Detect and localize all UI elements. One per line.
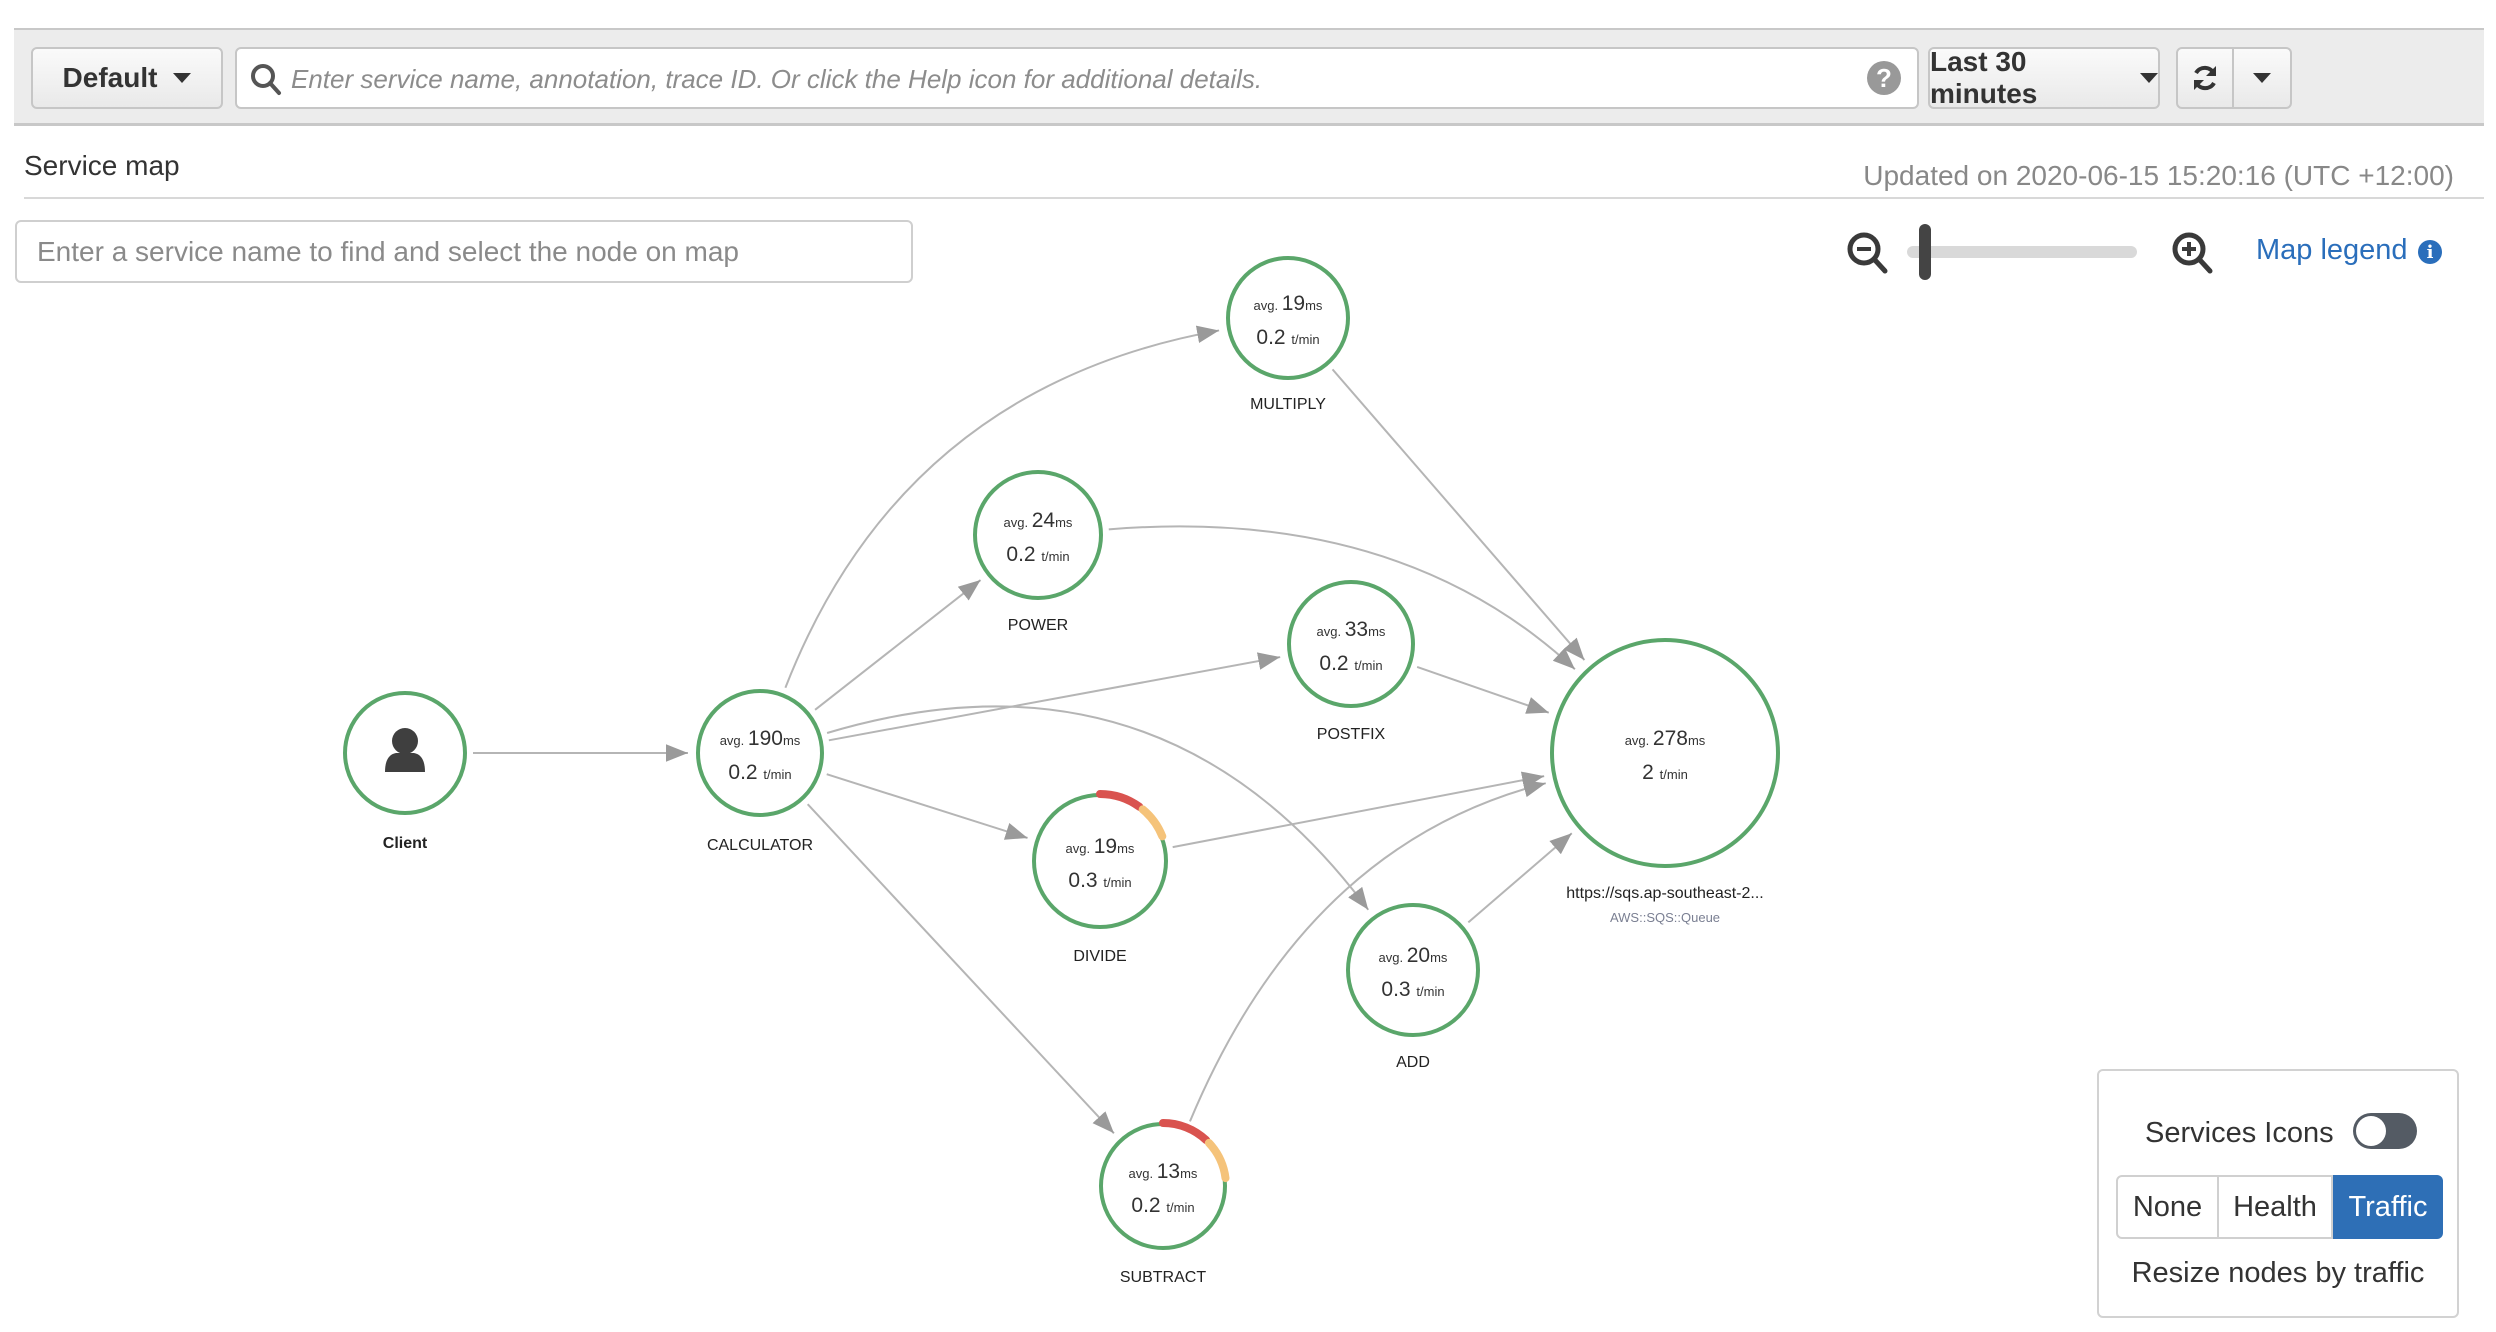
node-label: MULTIPLY bbox=[1250, 396, 1326, 413]
services-icons-label: Services Icons bbox=[2145, 1117, 2334, 1149]
edge-add-to-sqs[interactable] bbox=[1467, 832, 1573, 924]
node-multiply[interactable]: avg. 19ms0.2 t/minMULTIPLY bbox=[1226, 256, 1350, 413]
node-calculator[interactable]: avg. 190ms0.2 t/minCALCULATOR bbox=[696, 689, 824, 854]
node-ring bbox=[1226, 256, 1350, 380]
node-subtract[interactable]: avg. 13ms0.2 t/minSUBTRACT bbox=[1099, 1119, 1230, 1286]
node-style-segmented-control: None Health Traffic bbox=[2116, 1175, 2443, 1239]
node-ring bbox=[696, 689, 824, 817]
option-none[interactable]: None bbox=[2116, 1175, 2219, 1239]
node-sqs[interactable]: avg. 278ms2 t/minhttps://sqs.ap-southeas… bbox=[1550, 638, 1780, 925]
node-ring bbox=[1287, 580, 1415, 708]
services-icons-toggle[interactable] bbox=[2353, 1113, 2417, 1149]
node-label: ADD bbox=[1396, 1054, 1430, 1071]
node-type: AWS::SQS::Queue bbox=[1610, 910, 1720, 925]
node-label: https://sqs.ap-southeast-2... bbox=[1566, 885, 1763, 902]
node-ring bbox=[1346, 903, 1480, 1037]
edge-postfix-to-sqs[interactable] bbox=[1416, 666, 1550, 714]
node-label: POSTFIX bbox=[1317, 726, 1386, 743]
node-power[interactable]: avg. 24ms0.2 t/minPOWER bbox=[973, 470, 1103, 634]
panel-caption: Resize nodes by traffic bbox=[2131, 1257, 2425, 1289]
toggle-knob bbox=[2356, 1116, 2386, 1146]
node-divide[interactable]: avg. 19ms0.3 t/minDIVIDE bbox=[1032, 790, 1168, 965]
node-label: Client bbox=[383, 835, 428, 852]
node-ring bbox=[973, 470, 1103, 600]
edge-divide-to-sqs[interactable] bbox=[1172, 771, 1545, 849]
display-options-panel: Services Icons None Health Traffic Resiz… bbox=[2097, 1069, 2459, 1318]
edge-calculator-to-power[interactable] bbox=[814, 579, 982, 711]
node-label: DIVIDE bbox=[1073, 948, 1126, 965]
node-label: POWER bbox=[1008, 617, 1068, 634]
edge-calculator-to-postfix[interactable] bbox=[828, 652, 1281, 742]
option-traffic[interactable]: Traffic bbox=[2333, 1175, 2443, 1239]
node-postfix[interactable]: avg. 33ms0.2 t/minPOSTFIX bbox=[1287, 580, 1415, 743]
option-health[interactable]: Health bbox=[2219, 1175, 2333, 1239]
edge-calculator-to-divide[interactable] bbox=[826, 773, 1028, 840]
node-label: CALCULATOR bbox=[707, 837, 813, 854]
node-ring bbox=[1550, 638, 1780, 868]
nodes-layer: Client avg. 190ms0.2 t/minCALCULATOR avg. … bbox=[343, 256, 1780, 1286]
node-client[interactable]: Client bbox=[343, 691, 467, 852]
node-add[interactable]: avg. 20ms0.3 t/minADD bbox=[1346, 903, 1480, 1071]
node-label: SUBTRACT bbox=[1120, 1269, 1206, 1286]
